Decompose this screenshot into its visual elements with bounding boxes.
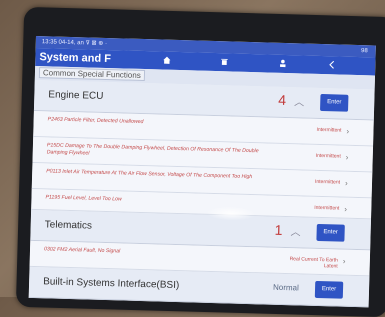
battery-level: 98 [360,48,368,55]
chevron-right-icon: › [344,178,348,188]
enter-button[interactable]: Enter [316,223,345,242]
enter-button[interactable]: Enter [314,280,344,299]
person-icon[interactable] [253,58,311,71]
enter-button[interactable]: Enter [320,93,349,112]
fault-description: 0302 FM2 Aerial Fault, No Signal [43,246,121,255]
collapse-icon[interactable]: ︿ [290,223,300,238]
fault-count: 4 [278,91,287,109]
status-normal: Normal [272,282,299,293]
fault-status: Intermittent [314,204,340,212]
fault-description: P15DC Damage To The Double Damping Flywh… [46,142,259,157]
chevron-right-icon: › [346,126,350,136]
home-icon[interactable] [137,54,195,67]
screen-glare [205,205,257,222]
fault-description: P1195 Fuel Level, Level Too Low [45,194,122,203]
fault-description: P0113 Inlet Air Temperature At The Air F… [46,168,253,181]
fault-count: 1 [274,221,283,238]
group-title: Built-in Systems Interface(BSI) [42,276,180,292]
status-icons: ⊽ ⊠ ⊕ · [85,40,108,47]
group-title: Telematics [44,219,93,232]
fault-description: P2463 Particle Filter, Detected Unallowe… [47,116,144,126]
page-title: System and F [39,51,112,66]
chevron-right-icon: › [345,152,349,162]
fault-status: Real Current To Earth Latent [289,256,338,270]
common-functions-tab[interactable]: Common Special Functions [38,67,145,82]
group-title: Engine ECU [48,89,104,102]
status-time: 13:35 [41,39,57,46]
screen: 13:35 04-14, an ⊽ ⊠ ⊕ · 98 System and F … [28,36,376,308]
chevron-right-icon: › [344,204,348,214]
fault-status: Intermittent [315,152,341,160]
chevron-right-icon: › [342,256,346,266]
back-icon[interactable] [311,59,351,71]
fault-status: Intermittent [316,126,342,134]
collapse-icon[interactable]: ︿ [294,93,304,108]
status-date: 04-14, an [58,39,84,47]
fault-status: Intermittent [314,178,341,186]
trash-icon[interactable] [195,56,253,69]
